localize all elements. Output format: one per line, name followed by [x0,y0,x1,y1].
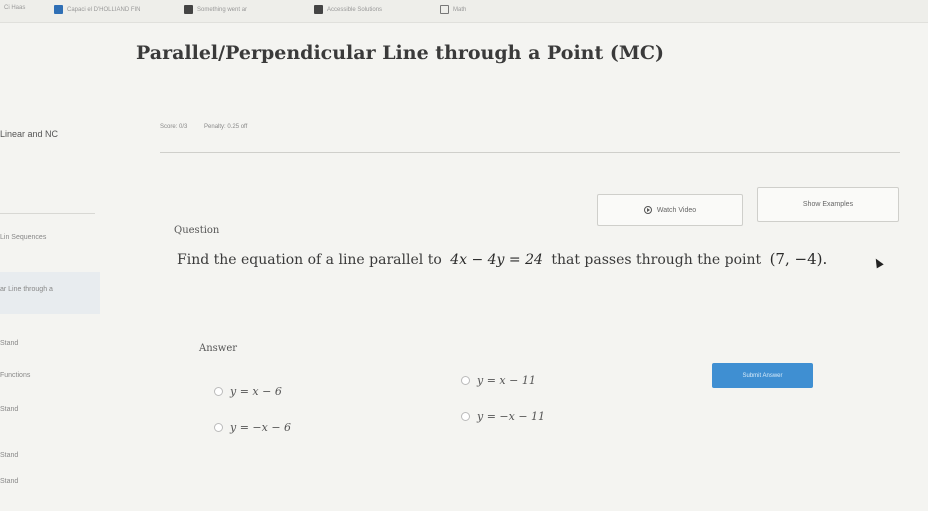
bookmark-item[interactable]: Ci Haas [4,5,25,11]
mouse-cursor-icon [872,256,884,269]
answer-choice[interactable]: y = x − 11 [461,374,536,387]
bookmark-label: Math [453,6,467,13]
sidebar-item[interactable]: Stand [0,478,18,485]
choice-text: y = −x − 6 [230,421,292,434]
bookmark-label: Capaci el D'HOLLIAND FIN [67,6,141,13]
bookmark-item[interactable]: Math [440,5,466,14]
watch-video-button[interactable]: Watch Video [597,194,743,226]
given-point: (7, −4). [769,250,828,268]
show-examples-label: Show Examples [802,201,854,208]
folder-icon [440,5,449,14]
penalty-label: Penalty: 0.25 off [204,124,248,130]
radio-button[interactable] [214,387,223,396]
bookmark-icon [54,5,63,14]
sidebar: Linear and NC Lin Sequences ar Line thro… [0,100,105,511]
radio-button[interactable] [461,412,470,421]
sidebar-item-active[interactable]: ar Line through a [0,272,100,314]
prompt-text: Find the equation of a line parallel to [177,252,442,268]
sidebar-item[interactable]: Functions [0,372,30,379]
page-title: Parallel/Perpendicular Line through a Po… [136,42,665,64]
bookmark-label: Something went ar [197,6,248,13]
choice-text: y = x − 6 [230,385,282,398]
bookmark-item[interactable]: Something went ar [184,5,247,14]
sidebar-item[interactable]: Stand [0,340,18,347]
bookmark-item[interactable]: Accessible Solutions [314,5,382,14]
divider [0,213,95,214]
score-row: Score: 0/3 Penalty: 0.25 off [160,124,262,130]
watch-video-label: Watch Video [656,206,697,214]
sidebar-item[interactable]: Stand [0,452,18,459]
bookmark-label: Ci Haas [4,5,26,11]
sidebar-item[interactable]: Stand [0,406,18,413]
divider [160,152,900,153]
score-label: Score: 0/3 [160,124,188,130]
submit-answer-button[interactable]: Submit Answer [712,363,813,388]
answer-choice[interactable]: y = −x − 6 [214,421,291,434]
question-prompt: Find the equation of a line parallel to … [177,250,827,268]
show-examples-button[interactable]: Show Examples [757,187,899,222]
choice-text: y = x − 11 [477,374,536,387]
answer-choice[interactable]: y = x − 6 [214,385,282,398]
bookmark-icon [314,5,323,14]
prompt-text: that passes through the point [551,252,762,268]
answer-label: Answer [199,343,238,354]
sidebar-item[interactable]: Lin Sequences [0,234,46,241]
bookmark-label: Accessible Solutions [327,6,383,13]
answer-choice[interactable]: y = −x − 11 [461,410,545,423]
radio-button[interactable] [461,376,470,385]
choice-text: y = −x − 11 [477,410,546,423]
given-equation: 4x − 4y = 24 [450,252,543,268]
sidebar-item-label: ar Line through a [0,286,53,293]
radio-button[interactable] [214,423,223,432]
folder-icon [184,5,193,14]
bookmark-item[interactable]: Capaci el D'HOLLIAND FIN [54,5,141,14]
play-icon [643,206,652,214]
sidebar-course-title[interactable]: Linear and NC [0,129,58,139]
question-label: Question [174,225,220,236]
bookmarks-bar: Ci Haas Capaci el D'HOLLIAND FIN Somethi… [0,0,928,23]
